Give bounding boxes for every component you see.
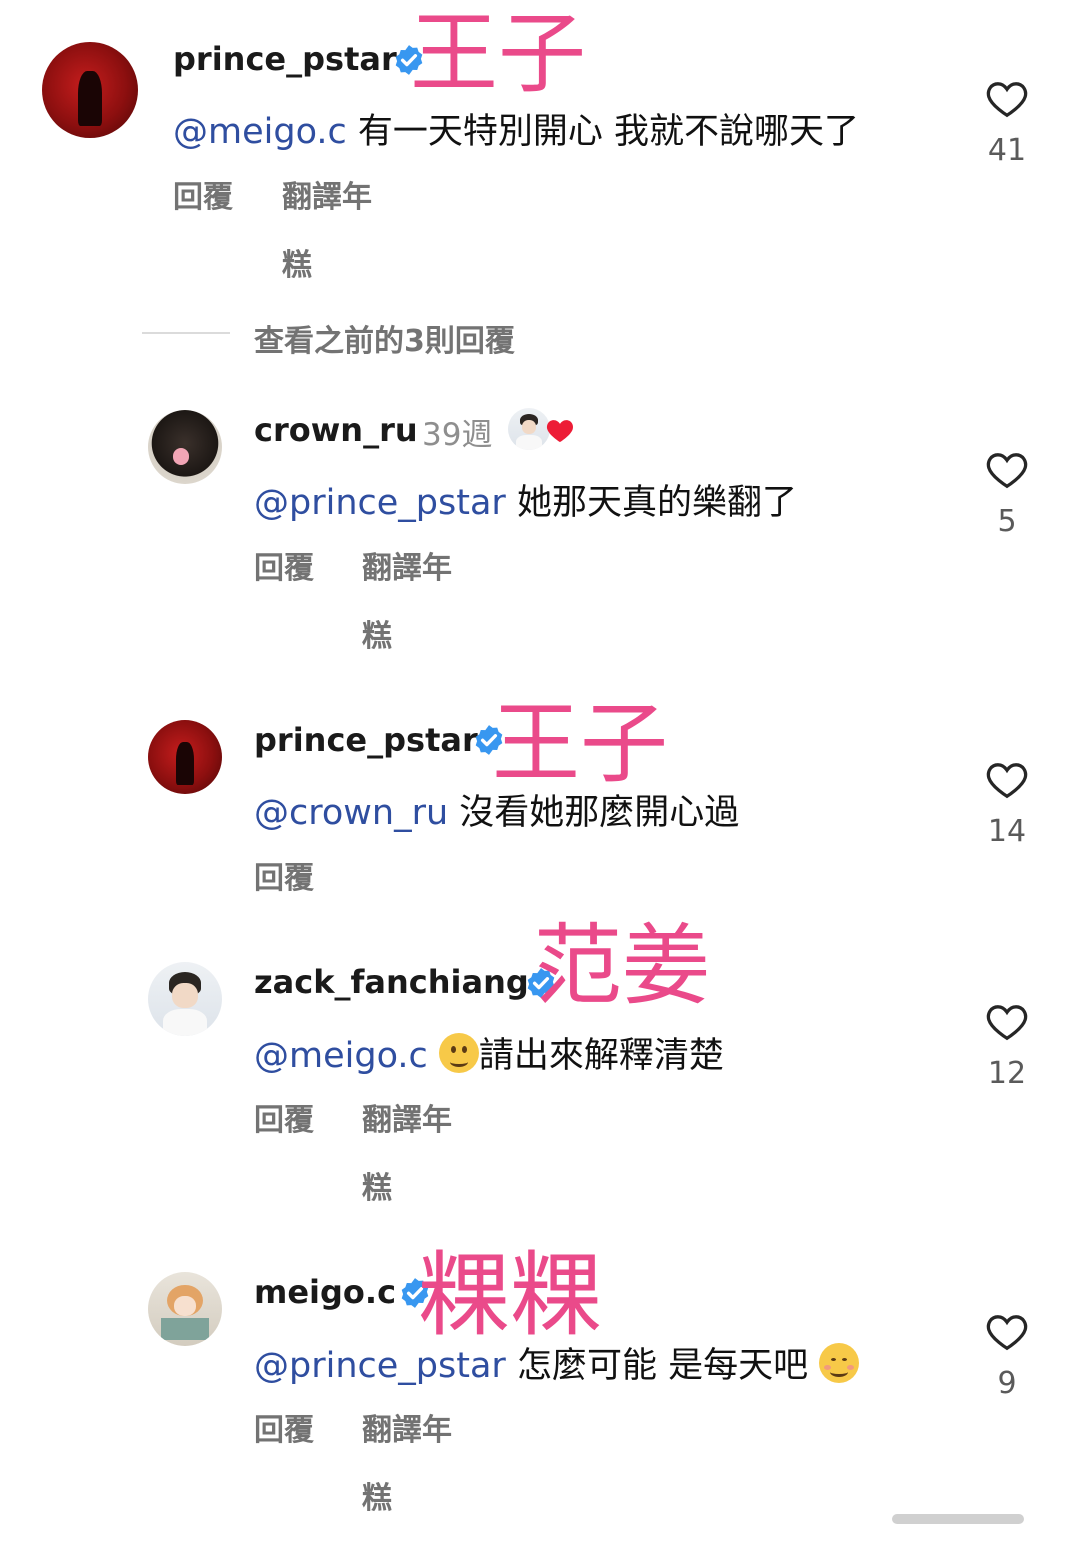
translate-button[interactable]: 翻譯年 — [282, 172, 372, 216]
overlay-label: 王子 — [492, 692, 669, 795]
heart-outline-icon[interactable] — [985, 759, 1029, 799]
mention-link[interactable]: @meigo.c — [254, 1036, 428, 1076]
overlay-label: 粿粿 — [418, 1242, 603, 1349]
reply-button[interactable]: 回覆 — [254, 543, 314, 587]
slightly-smiling-face-emoji — [438, 1033, 479, 1073]
threads-at-icon: @ — [173, 112, 208, 152]
reply-button[interactable]: 回覆 — [254, 1095, 314, 1139]
threads-at-icon: @ — [254, 793, 289, 833]
mention-link[interactable]: @crown_ru — [254, 793, 448, 833]
avatar[interactable] — [148, 720, 222, 794]
translate-button[interactable]: 翻譯年 — [362, 1095, 452, 1139]
avatar[interactable] — [148, 1272, 222, 1346]
threads-at-icon: @ — [254, 483, 289, 523]
heart-outline-icon[interactable] — [985, 449, 1029, 489]
like-count: 12 — [987, 1056, 1027, 1091]
threads-at-icon: @ — [254, 1346, 289, 1386]
overlay-label: 范姜 — [534, 914, 711, 1017]
comment-text: @prince_pstar 她那天真的樂翻了 — [254, 483, 797, 523]
like-count: 14 — [987, 814, 1027, 849]
translate-button-wrap[interactable]: 糕 — [282, 240, 312, 284]
translate-button-wrap[interactable]: 糕 — [362, 1163, 392, 1207]
like-count: 5 — [997, 504, 1017, 539]
comment-text: @meigo.c 有一天特別開心 我就不說哪天了 — [173, 112, 860, 152]
translate-button-wrap[interactable]: 糕 — [362, 1473, 392, 1517]
comment-username[interactable]: zack_fanchiang — [254, 963, 529, 1001]
home-indicator[interactable] — [892, 1514, 1024, 1524]
translate-button[interactable]: 翻譯年 — [362, 543, 452, 587]
reply-button[interactable]: 回覆 — [254, 1405, 314, 1449]
reply-button[interactable]: 回覆 — [173, 172, 233, 216]
like-count: 9 — [997, 1366, 1017, 1401]
comment-username[interactable]: prince_pstar — [173, 40, 397, 78]
smiling-face-emoji — [819, 1343, 860, 1383]
heart-outline-icon[interactable] — [985, 78, 1029, 118]
comment-time: 39週 — [422, 417, 493, 453]
view-previous-replies-button[interactable]: 查看之前的3則回覆 — [254, 316, 515, 360]
mention-link[interactable]: @meigo.c — [173, 112, 347, 152]
translate-button-wrap[interactable]: 糕 — [362, 611, 392, 655]
overlay-label: 王子 — [410, 2, 587, 105]
comment-text: @meigo.c 請出來解釋清楚 — [254, 1027, 724, 1078]
avatar[interactable] — [148, 962, 222, 1036]
heart-outline-icon[interactable] — [985, 1001, 1029, 1041]
comment-username[interactable]: crown_ru — [254, 411, 418, 449]
mention-link[interactable]: @prince_pstar — [254, 483, 506, 523]
avatar[interactable] — [42, 42, 138, 138]
comment-username[interactable]: meigo.c — [254, 1273, 396, 1311]
avatar[interactable] — [148, 410, 222, 484]
comment-username[interactable]: prince_pstar — [254, 721, 478, 759]
reply-button[interactable]: 回覆 — [254, 853, 314, 897]
divider — [142, 332, 230, 334]
threads-at-icon: @ — [254, 1036, 289, 1076]
heart-outline-icon[interactable] — [985, 1311, 1029, 1351]
translate-button[interactable]: 翻譯年 — [362, 1405, 452, 1449]
heart-filled-icon — [546, 420, 574, 443]
like-count: 41 — [987, 133, 1027, 168]
comment-text: @crown_ru 沒看她那麼開心過 — [254, 793, 740, 833]
comment-text: @prince_pstar 怎麼可能 是每天吧 — [254, 1337, 860, 1388]
mention-link[interactable]: @prince_pstar — [254, 1346, 506, 1386]
